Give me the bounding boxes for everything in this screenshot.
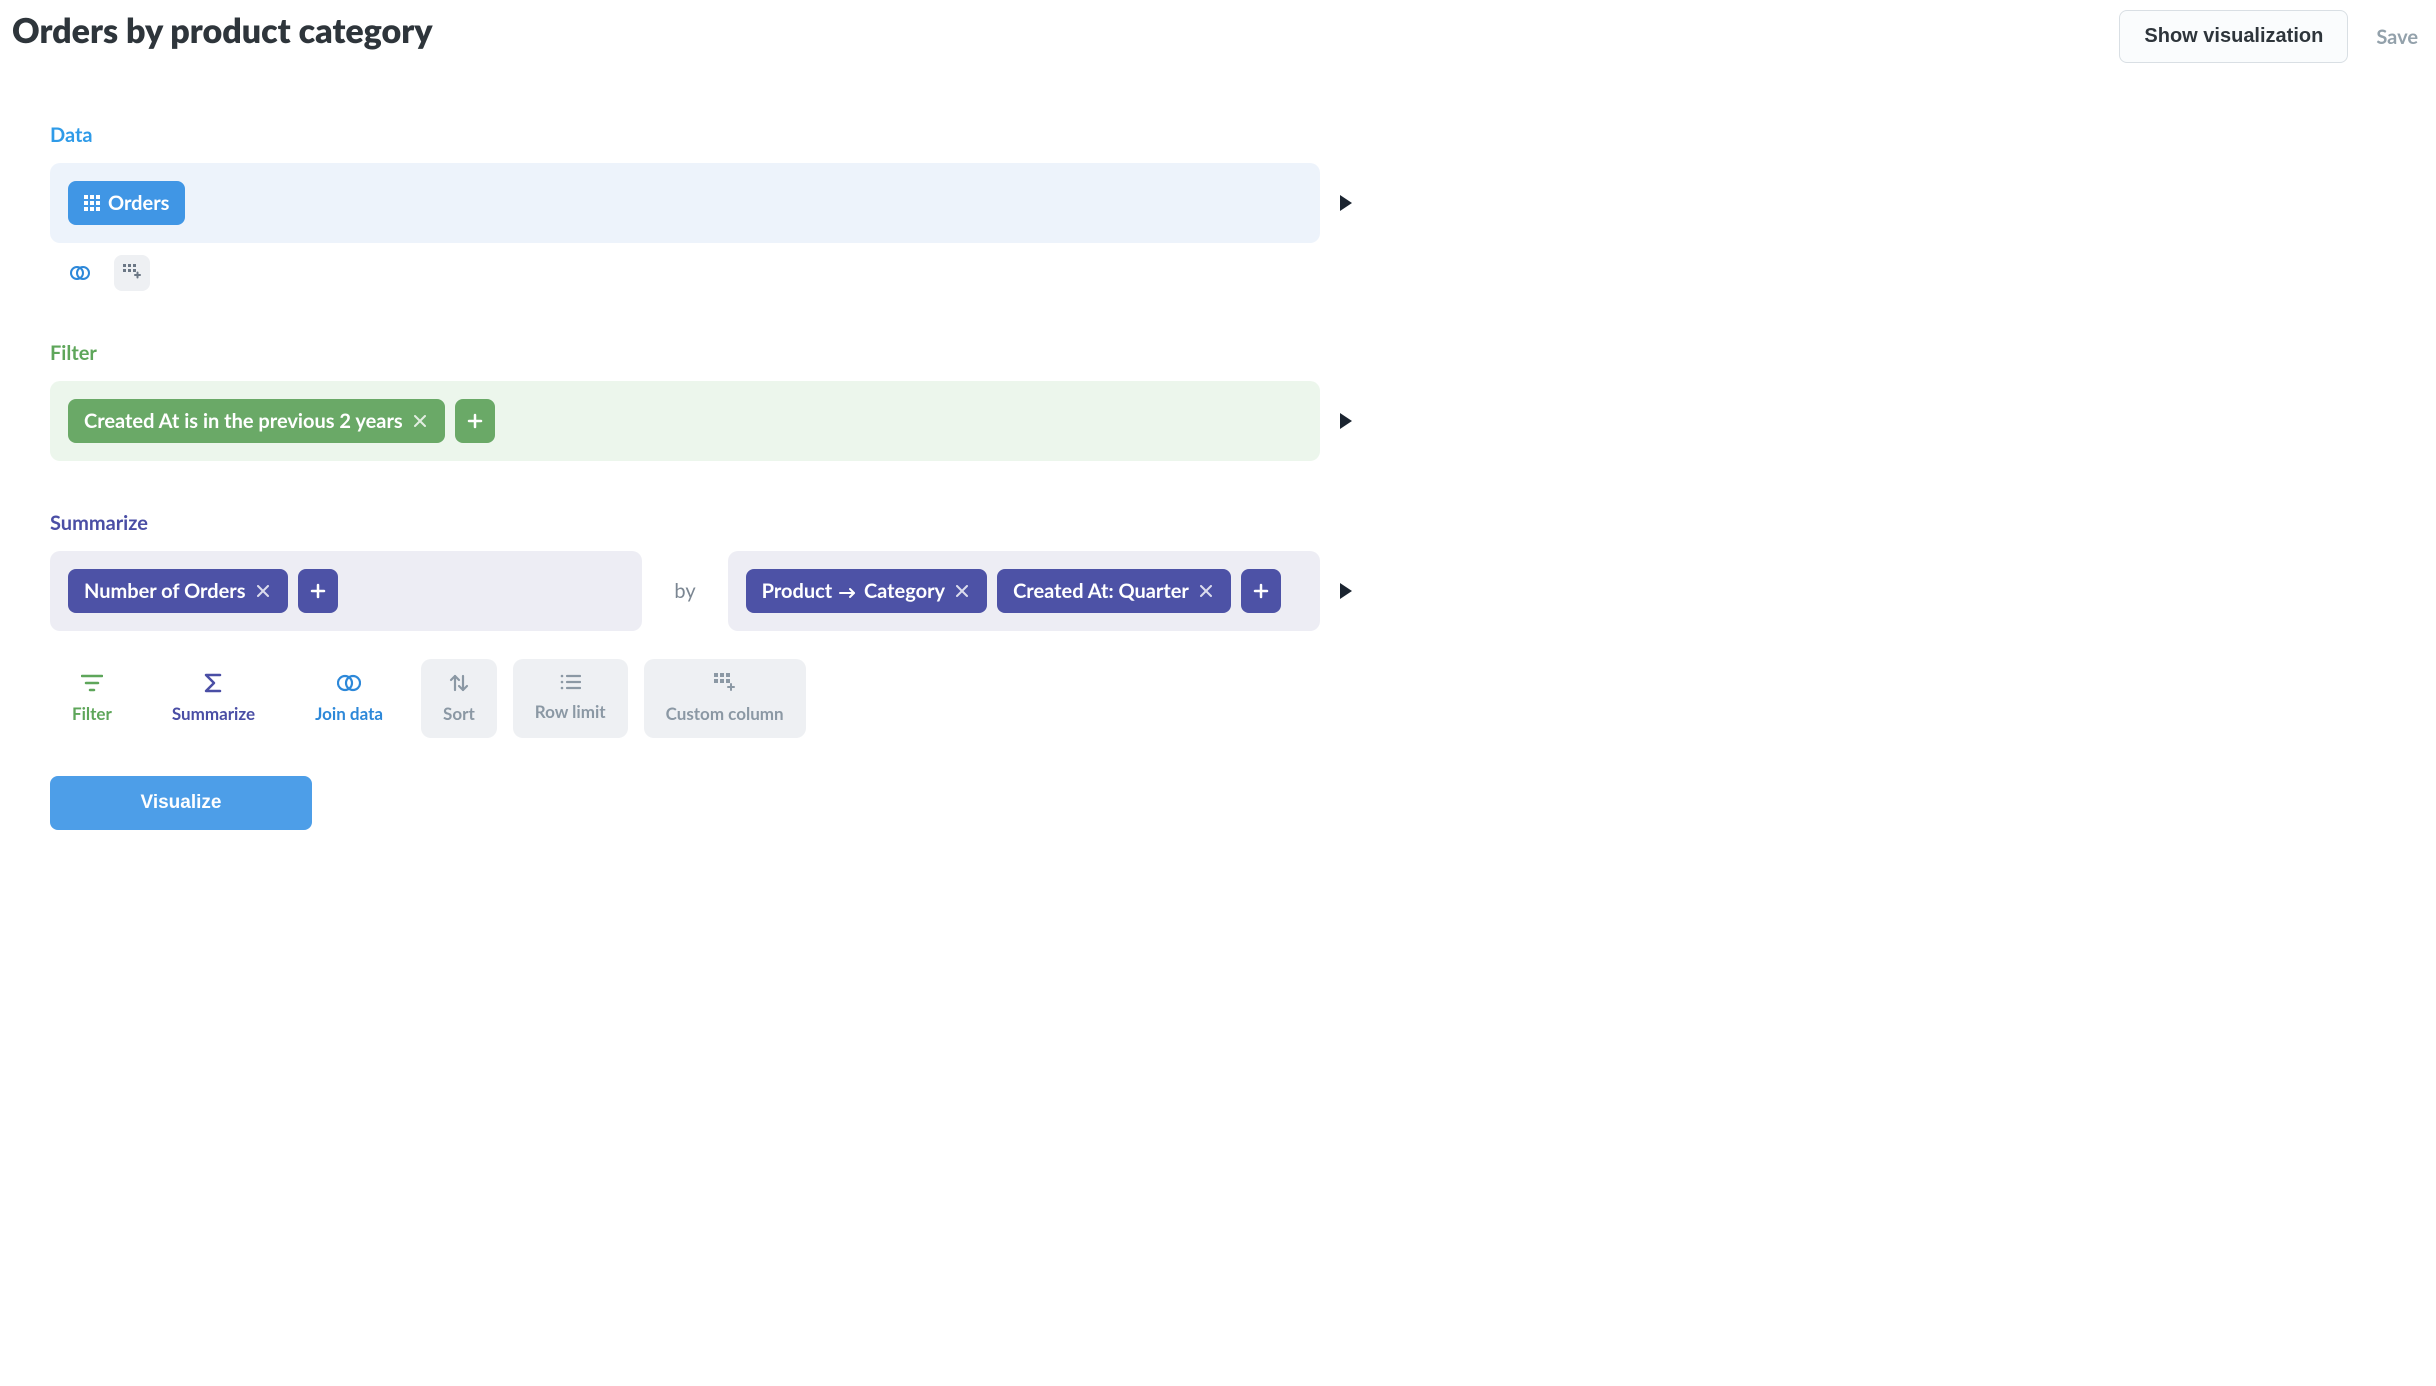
filter-panel: Created At is in the previous 2 years	[50, 381, 1320, 461]
custom-column-icon	[714, 673, 736, 693]
sigma-icon	[203, 673, 223, 693]
save-button[interactable]: Save	[2376, 25, 2418, 49]
query-toolbar: Filter Summarize Join data Sort	[50, 659, 1352, 738]
join-data-icon-button[interactable]	[62, 255, 98, 291]
data-panel: Orders	[50, 163, 1320, 243]
tool-row-limit[interactable]: Row limit	[513, 659, 628, 738]
show-visualization-button[interactable]: Show visualization	[2119, 10, 2348, 63]
expand-filter-caret[interactable]	[1340, 413, 1352, 429]
section-label-data: Data	[50, 123, 1352, 147]
filter-chip[interactable]: Created At is in the previous 2 years	[68, 399, 445, 443]
expand-summarize-caret[interactable]	[1340, 583, 1352, 599]
remove-group-icon[interactable]	[953, 584, 971, 598]
visualize-button[interactable]: Visualize	[50, 776, 312, 830]
tool-filter-label: Filter	[72, 703, 112, 724]
data-table-name: Orders	[108, 191, 169, 215]
table-icon	[84, 195, 100, 211]
section-label-filter: Filter	[50, 341, 1352, 365]
section-label-summarize: Summarize	[50, 511, 1352, 535]
metric-chip-label: Number of Orders	[84, 579, 246, 603]
group-chip-label: Created At: Quarter	[1013, 579, 1189, 603]
tool-summarize-label: Summarize	[172, 703, 255, 724]
expand-data-caret[interactable]	[1340, 195, 1352, 211]
list-icon	[559, 673, 581, 691]
tool-join-label: Join data	[315, 703, 383, 724]
tool-row-limit-label: Row limit	[535, 701, 606, 722]
join-icon	[337, 673, 361, 693]
remove-group-icon[interactable]	[1197, 584, 1215, 598]
sort-icon	[449, 673, 469, 693]
group-chip-product-category[interactable]: Product Category	[746, 569, 987, 613]
summarize-by-label: by	[662, 579, 707, 603]
page-title: Orders by product category	[12, 10, 433, 51]
remove-metric-icon[interactable]	[254, 584, 272, 598]
data-table-chip[interactable]: Orders	[68, 181, 185, 225]
metric-chip[interactable]: Number of Orders	[68, 569, 288, 613]
tool-filter[interactable]: Filter	[50, 659, 134, 738]
filter-icon	[81, 673, 103, 693]
filter-chip-label: Created At is in the previous 2 years	[84, 409, 403, 433]
tool-custom-column-label: Custom column	[666, 703, 784, 724]
tool-sort-label: Sort	[443, 703, 475, 724]
add-filter-button[interactable]	[455, 399, 495, 443]
group-chip-label: Product Category	[762, 579, 945, 603]
tool-custom-column[interactable]: Custom column	[644, 659, 806, 738]
group-chip-created-at-quarter[interactable]: Created At: Quarter	[997, 569, 1231, 613]
tool-sort[interactable]: Sort	[421, 659, 497, 738]
add-metric-button[interactable]	[298, 569, 338, 613]
tool-join-data[interactable]: Join data	[293, 659, 405, 738]
summarize-metrics-panel: Number of Orders	[50, 551, 642, 631]
add-group-button[interactable]	[1241, 569, 1281, 613]
tool-summarize[interactable]: Summarize	[150, 659, 277, 738]
summarize-groups-panel: Product Category Created At: Quarter	[728, 551, 1320, 631]
add-custom-column-icon-button[interactable]	[114, 255, 150, 291]
remove-filter-icon[interactable]	[411, 414, 429, 428]
